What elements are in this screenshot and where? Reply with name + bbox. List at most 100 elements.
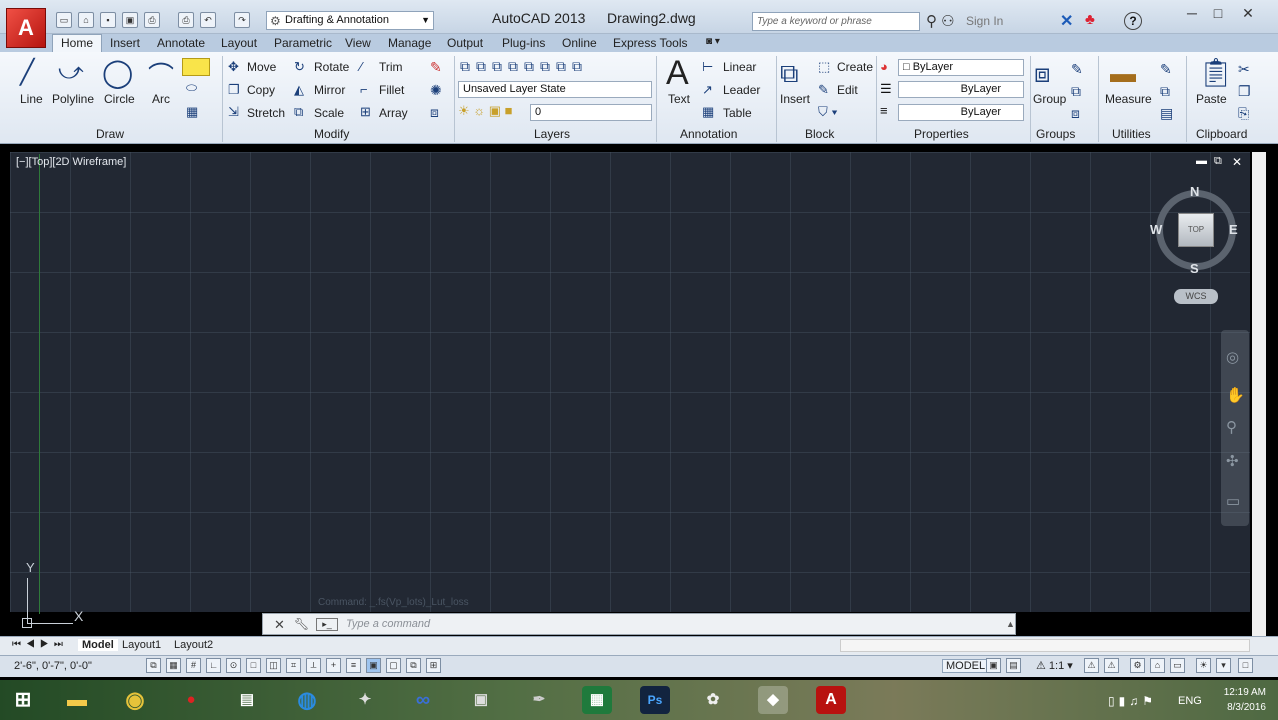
hatch-icon[interactable]: ▦ (186, 104, 198, 120)
modify-panel-label[interactable]: Modify (314, 127, 349, 141)
lineweight-select[interactable]: ByLayer (898, 104, 1024, 121)
spreadsheet-icon[interactable]: ▦ (582, 686, 612, 714)
explode-icon[interactable]: ✺ (430, 82, 442, 99)
tab-layout[interactable]: Layout (221, 36, 257, 50)
wcs-menu[interactable]: WCS (1174, 289, 1218, 304)
viewport-close-icon[interactable]: ✕ (1232, 155, 1242, 169)
polyline-button[interactable]: Polyline (52, 92, 94, 106)
clipboard-panel-label[interactable]: Clipboard (1196, 127, 1247, 141)
utility-tools-icon[interactable]: ✎ ⧉ ▤ (1160, 58, 1173, 124)
group-button[interactable]: Group (1033, 92, 1066, 106)
move-button[interactable]: Move (247, 60, 276, 74)
line-button[interactable]: Line (20, 92, 43, 106)
zoom-icon[interactable]: ⚲ (1226, 418, 1237, 436)
media-icon[interactable]: ▣ (466, 686, 496, 714)
chrome-icon[interactable]: ◉ (120, 686, 150, 714)
sc-icon[interactable]: ⧉ (406, 658, 421, 673)
new-icon[interactable]: ▭ (56, 12, 72, 28)
quick-view-layouts-icon[interactable]: ▣ (986, 658, 1001, 673)
linetype-select[interactable]: ByLayer (898, 81, 1024, 98)
tab-home[interactable]: Home (52, 34, 103, 52)
paint-icon[interactable]: ✿ (698, 686, 728, 714)
circle-button[interactable]: Circle (104, 92, 135, 106)
hardware-acceleration-icon[interactable]: ▭ (1170, 658, 1185, 673)
chevron-up-icon[interactable]: ▲ (1006, 619, 1015, 629)
attribute-icon[interactable]: ⛉ ▾ (818, 104, 838, 120)
arc-button[interactable]: Arc (152, 92, 170, 106)
linear-button[interactable]: Linear (723, 60, 756, 74)
wrench-icon[interactable]: 🔧︎ (294, 617, 309, 631)
command-input[interactable]: Type a command (346, 618, 430, 630)
leader-button[interactable]: Leader (723, 83, 760, 97)
clock-time[interactable]: 12:19 AM (1212, 687, 1266, 698)
pen-icon[interactable]: ✒ (524, 686, 554, 714)
drawing-canvas[interactable] (10, 152, 1250, 612)
status-menu-icon[interactable]: ▾ (1216, 658, 1231, 673)
orbit-icon[interactable]: ✣ (1226, 452, 1239, 470)
plot-preview-icon[interactable]: ⎙ (144, 12, 160, 28)
tab-model[interactable]: Model (78, 639, 118, 651)
block-panel-label[interactable]: Block (805, 127, 834, 141)
application-menu-button[interactable]: A (6, 8, 46, 48)
layer-select[interactable]: 0 (530, 104, 652, 121)
tab-output[interactable]: Output (447, 36, 483, 50)
app-red-icon[interactable]: ● (176, 686, 206, 714)
compass-west[interactable]: W (1150, 222, 1162, 237)
layer-state-select[interactable]: Unsaved Layer State (458, 81, 652, 98)
infer-constraints-icon[interactable]: ⧉ (146, 658, 161, 673)
clean-screen-icon[interactable]: □ (1238, 658, 1253, 673)
tray-icons[interactable]: ▯▮♫⚑ (1108, 694, 1157, 708)
save-as-icon[interactable]: ▣ (122, 12, 138, 28)
vertical-scrollbar[interactable] (1252, 152, 1266, 636)
paste-button[interactable]: Paste (1196, 92, 1227, 106)
line-icon[interactable]: ╱ (20, 58, 34, 87)
viewport-controls[interactable]: [−][Top][2D Wireframe] (16, 156, 126, 168)
help-icon[interactable]: ? (1124, 12, 1142, 30)
snap-icon[interactable]: ▦ (166, 658, 181, 673)
otrack-icon[interactable]: ⌗ (286, 658, 301, 673)
compass-south[interactable]: S (1190, 261, 1199, 276)
stretch-button[interactable]: Stretch (247, 106, 285, 120)
trim-button[interactable]: Trim (379, 60, 403, 74)
workspace-switcher[interactable]: ⚙ Drafting & Annotation ▼ (266, 11, 434, 30)
copy-button[interactable]: Copy (247, 83, 275, 97)
tpy-icon[interactable]: ▣ (366, 658, 381, 673)
command-prompt-icon[interactable]: ▸_ (316, 618, 338, 631)
photoshop-icon[interactable]: Ps (640, 686, 670, 714)
compass-north[interactable]: N (1190, 184, 1199, 199)
link-icon[interactable]: ∞ (408, 686, 438, 714)
ellipse-icon[interactable]: ⬭ (186, 80, 197, 96)
model-space-button[interactable]: MODEL (942, 659, 990, 673)
plot-icon[interactable]: ⎙ (178, 12, 194, 28)
autocad-taskbar-icon[interactable]: A (816, 686, 846, 714)
lwt-icon[interactable]: ≡ (346, 658, 361, 673)
cut-copy-icon[interactable]: ✂ ❐ ⎘ (1238, 58, 1251, 124)
compass-east[interactable]: E (1229, 222, 1238, 237)
pan-icon[interactable]: ✋ (1226, 386, 1245, 404)
horizontal-scrollbar[interactable] (840, 639, 1250, 652)
properties-panel-label[interactable]: Properties (914, 127, 969, 141)
offset-icon[interactable]: ⧈ (430, 104, 439, 121)
steering-wheel-icon[interactable]: ◎ (1226, 348, 1239, 366)
layer-tools-icon[interactable]: ⧉⧉⧉⧉⧉⧉⧉⧉ (460, 58, 588, 75)
mirror-button[interactable]: Mirror (314, 83, 345, 97)
coordinates-readout[interactable]: 2'-6", 0'-7", 0'-0" (14, 660, 92, 672)
rotate-button[interactable]: Rotate (314, 60, 349, 74)
tab-online[interactable]: Online (562, 36, 597, 50)
edit-block-button[interactable]: Edit (837, 83, 858, 97)
layers-panel-label[interactable]: Layers (534, 127, 570, 141)
am-icon[interactable]: ⊞ (426, 658, 441, 673)
tab-layout2[interactable]: Layout2 (174, 639, 213, 651)
minimize-icon[interactable]: ─ (1180, 5, 1204, 21)
exchange-icon[interactable]: ✕ (1060, 11, 1073, 31)
undo-icon[interactable]: ↶ (200, 12, 216, 28)
circle-icon[interactable]: ◯ (102, 56, 133, 89)
groups-panel-label[interactable]: Groups (1036, 127, 1075, 141)
ortho-icon[interactable]: ∟ (206, 658, 221, 673)
color-select[interactable]: □ ByLayer (898, 59, 1024, 76)
draw-panel-label[interactable]: Draw (96, 127, 124, 141)
arc-icon[interactable]: ⌒ (148, 56, 174, 93)
ducs-icon[interactable]: ⟂ (306, 658, 321, 673)
qp-icon[interactable]: ▢ (386, 658, 401, 673)
maximize-icon[interactable]: □ (1206, 5, 1230, 21)
